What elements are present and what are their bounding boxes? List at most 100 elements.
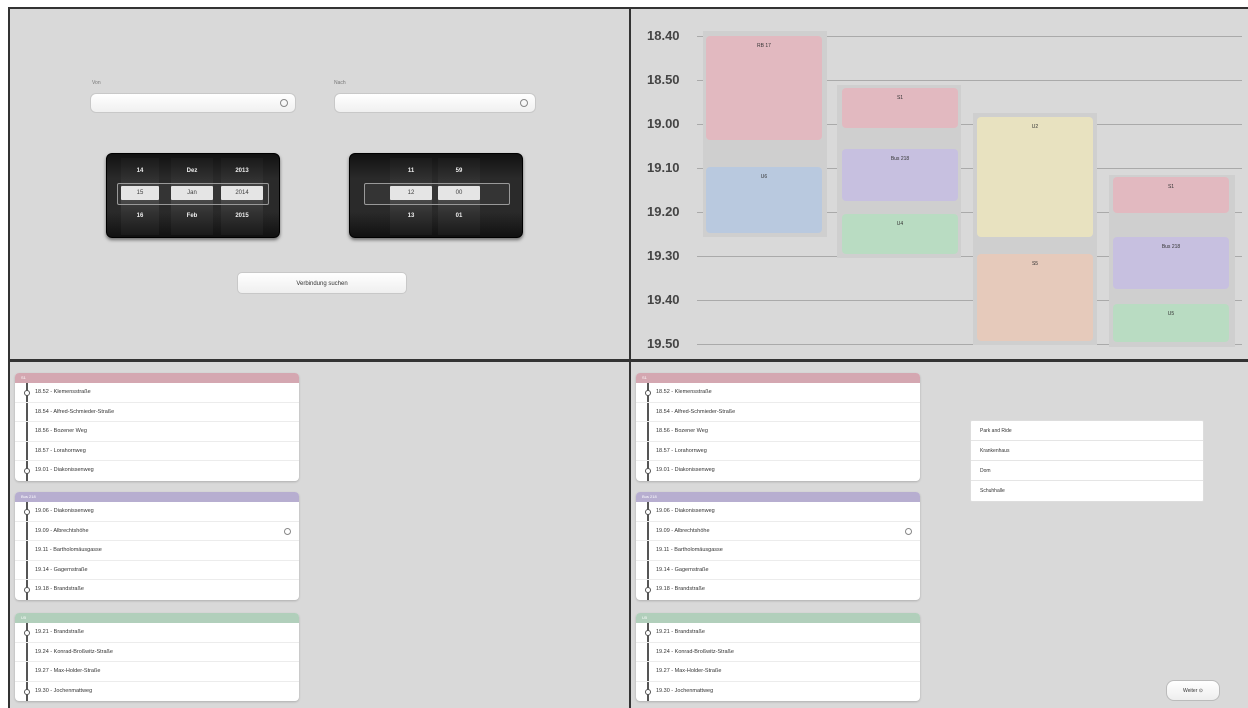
stop-icon bbox=[645, 630, 651, 636]
stop-row[interactable]: 19.14 - Gagernstraße bbox=[15, 560, 299, 581]
line-block-u2[interactable]: U2 bbox=[977, 117, 1093, 237]
info-icon[interactable] bbox=[284, 527, 291, 535]
stop-row[interactable]: 19.01 - Diakonissenweg bbox=[636, 461, 920, 481]
year-option[interactable]: 2013 bbox=[221, 164, 263, 178]
divider bbox=[10, 359, 1248, 362]
time-label: 19.50 bbox=[647, 336, 680, 351]
line-block-u6[interactable]: U6 bbox=[706, 167, 822, 233]
stop-row[interactable]: 18.54 - Alfred-Schmieder-Straße bbox=[15, 402, 299, 423]
search-panel: Von Nach 14 15 16 Dez Jan Feb 2013 2014 … bbox=[10, 9, 629, 359]
locate-icon[interactable] bbox=[520, 99, 528, 107]
stop-icon bbox=[24, 468, 30, 475]
route-leg-card: S1 18.52 - Klemensstraße 18.54 - Alfred-… bbox=[636, 373, 920, 481]
from-label: Von bbox=[92, 80, 101, 86]
suggestion-item[interactable]: Schuhhalle bbox=[971, 481, 1203, 501]
route-leg-card: Bus 218 19.06 - Diakonissenweg 19.09 - A… bbox=[636, 492, 920, 600]
line-block-bus218[interactable]: Bus 218 bbox=[1113, 237, 1229, 289]
stop-icon bbox=[24, 587, 30, 594]
leg-header: Bus 218 bbox=[15, 492, 299, 502]
time-label: 18.50 bbox=[647, 72, 680, 87]
suggestion-item[interactable]: Dom bbox=[971, 461, 1203, 481]
time-picker[interactable]: 11 12 13 59 00 01 bbox=[349, 153, 523, 238]
stop-row[interactable]: 19.11 - Bartholomäusgasse bbox=[15, 541, 299, 561]
line-block-u5[interactable]: U5 bbox=[1113, 304, 1229, 342]
hour-option[interactable]: 13 bbox=[390, 209, 432, 223]
minute-option[interactable]: 01 bbox=[438, 209, 480, 223]
stop-row[interactable]: 18.52 - Klemensstraße bbox=[636, 383, 920, 403]
suggestion-item[interactable]: Krankenhaus bbox=[971, 441, 1203, 461]
stop-row[interactable]: 18.57 - Lorahornweg bbox=[15, 441, 299, 462]
time-label: 19.10 bbox=[647, 160, 680, 175]
next-button[interactable]: Weiter ⊙ bbox=[1166, 680, 1220, 701]
minute-option[interactable]: 59 bbox=[438, 164, 480, 178]
stop-row[interactable]: 19.27 - Max-Holder-Straße bbox=[15, 662, 299, 682]
stop-row[interactable]: 18.57 - Lorahornweg bbox=[636, 441, 920, 462]
to-field[interactable] bbox=[334, 93, 536, 113]
leg-header: U5 bbox=[15, 613, 299, 623]
stop-row[interactable]: 18.52 - Klemensstraße bbox=[15, 383, 299, 403]
line-block-bus218[interactable]: Bus 218 bbox=[842, 149, 958, 201]
date-selection-frame bbox=[117, 183, 269, 205]
stop-icon bbox=[24, 688, 30, 695]
leg-header: S1 bbox=[15, 373, 299, 383]
stop-row[interactable]: 18.54 - Alfred-Schmieder-Straße bbox=[636, 402, 920, 423]
route-leg-card: S1 18.52 - Klemensstraße 18.54 - Alfred-… bbox=[15, 373, 299, 481]
stop-row[interactable]: 19.21 - Brandstraße bbox=[15, 623, 299, 643]
month-option[interactable]: Dez bbox=[171, 164, 213, 178]
stop-row[interactable]: 19.09 - Albrechtshöhe bbox=[15, 521, 299, 542]
suggestion-list: Park and Ride Krankenhaus Dom Schuhhalle bbox=[970, 420, 1204, 502]
stop-row[interactable]: 19.18 - Brandstraße bbox=[15, 580, 299, 600]
stop-row[interactable]: 19.24 - Konrad-Broßwitz-Straße bbox=[636, 642, 920, 663]
stop-row[interactable]: 19.09 - Albrechtshöhe bbox=[636, 521, 920, 542]
stop-row[interactable]: 19.11 - Bartholomäusgasse bbox=[636, 541, 920, 561]
line-block-u4[interactable]: U4 bbox=[842, 214, 958, 254]
time-label: 19.40 bbox=[647, 292, 680, 307]
line-block-s1[interactable]: S1 bbox=[842, 88, 958, 128]
route-leg-card: U5 19.21 - Brandstraße 19.24 - Konrad-Br… bbox=[636, 613, 920, 702]
year-option[interactable]: 2015 bbox=[221, 209, 263, 223]
line-block-s5[interactable]: S5 bbox=[977, 254, 1093, 341]
day-option[interactable]: 16 bbox=[121, 209, 159, 223]
locate-icon[interactable] bbox=[280, 99, 288, 107]
info-icon[interactable] bbox=[905, 527, 912, 535]
leg-header: U5 bbox=[636, 613, 920, 623]
time-label: 19.30 bbox=[647, 248, 680, 263]
date-picker[interactable]: 14 15 16 Dez Jan Feb 2013 2014 2015 bbox=[106, 153, 280, 238]
from-field[interactable] bbox=[90, 93, 296, 113]
stop-row[interactable]: 19.14 - Gagernstraße bbox=[636, 560, 920, 581]
stop-row[interactable]: 19.06 - Diakonissenweg bbox=[15, 502, 299, 522]
stop-icon bbox=[645, 390, 651, 396]
stop-icon bbox=[645, 509, 651, 515]
leg-header: Bus 218 bbox=[636, 492, 920, 502]
stop-row[interactable]: 19.18 - Brandstraße bbox=[636, 580, 920, 600]
stop-icon bbox=[645, 468, 651, 475]
route-leg-card: U5 19.21 - Brandstraße 19.24 - Konrad-Br… bbox=[15, 613, 299, 702]
day-option[interactable]: 14 bbox=[121, 164, 159, 178]
route-panel: S1 18.52 - Klemensstraße 18.54 - Alfred-… bbox=[10, 362, 629, 708]
time-selection-frame bbox=[364, 183, 510, 205]
stop-row[interactable]: 19.01 - Diakonissenweg bbox=[15, 461, 299, 481]
search-button[interactable]: Verbindung suchen bbox=[237, 272, 407, 294]
stop-row[interactable]: 19.21 - Brandstraße bbox=[636, 623, 920, 643]
stop-row[interactable]: 19.27 - Max-Holder-Straße bbox=[636, 662, 920, 682]
month-option[interactable]: Feb bbox=[171, 209, 213, 223]
time-label: 18.40 bbox=[647, 28, 680, 43]
stop-row[interactable]: 19.24 - Konrad-Broßwitz-Straße bbox=[15, 642, 299, 663]
schedule-panel: 18.40 18.50 19.00 19.10 19.20 19.30 19.4… bbox=[631, 9, 1248, 359]
line-block-rb17[interactable]: RB 17 bbox=[706, 36, 822, 140]
line-block-s1[interactable]: S1 bbox=[1113, 177, 1229, 213]
stop-icon bbox=[24, 630, 30, 636]
stop-row[interactable]: 19.30 - Jochenmattweg bbox=[15, 681, 299, 702]
stop-row[interactable]: 18.56 - Bozener Weg bbox=[636, 422, 920, 442]
leg-header: S1 bbox=[636, 373, 920, 383]
stop-row[interactable]: 19.06 - Diakonissenweg bbox=[636, 502, 920, 522]
stop-icon bbox=[24, 509, 30, 515]
suggestion-item[interactable]: Park and Ride bbox=[971, 421, 1203, 441]
stop-row[interactable]: 19.30 - Jochenmattweg bbox=[636, 681, 920, 702]
hour-option[interactable]: 11 bbox=[390, 164, 432, 178]
stop-icon bbox=[645, 587, 651, 594]
stop-icon bbox=[645, 688, 651, 695]
time-label: 19.20 bbox=[647, 204, 680, 219]
to-label: Nach bbox=[334, 80, 346, 86]
stop-row[interactable]: 18.56 - Bozener Weg bbox=[15, 422, 299, 442]
